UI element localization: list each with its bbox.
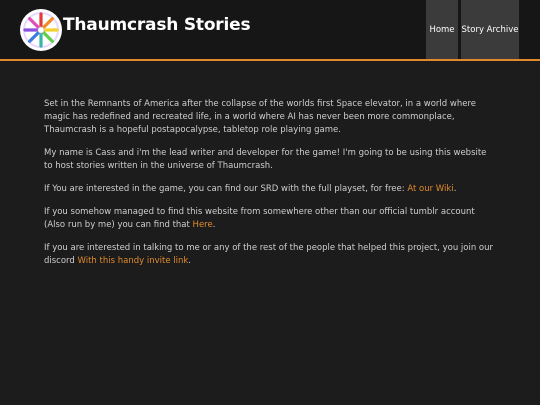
discord-end: . xyxy=(188,256,191,267)
wiki-link[interactable]: At our Wiki xyxy=(407,184,453,194)
srd-text: If You are interested in the game, you c… xyxy=(44,183,408,194)
discord-paragraph: If you are interested in talking to me o… xyxy=(44,242,496,268)
tumblr-link[interactable]: Here xyxy=(193,220,213,230)
intro-paragraph: Set in the Remnants of America after the… xyxy=(44,99,476,135)
discord-invite-link[interactable]: With this handy invite link xyxy=(78,256,189,266)
site-title[interactable]: Thaumcrash Stories xyxy=(63,15,251,35)
nav-home-button[interactable]: Home xyxy=(426,0,458,59)
nav-story-archive-button[interactable]: Story Archive xyxy=(461,0,519,59)
srd-paragraph: If You are interested in the game, you c… xyxy=(44,183,496,196)
tumblr-paragraph: If you somehow managed to find this webs… xyxy=(44,206,496,232)
top-nav: Home Story Archive xyxy=(426,0,519,59)
srd-end: . xyxy=(453,183,457,194)
color-wheel-logo-icon[interactable] xyxy=(19,0,63,60)
main-content: Set in the Remnants of America after the… xyxy=(44,98,496,278)
tumblr-end: . xyxy=(212,220,216,231)
about-author-paragraph: My name is Cass and i'm the lead writer … xyxy=(44,147,487,171)
site-header: Thaumcrash Stories Home Story Archive xyxy=(0,0,540,61)
page: Thaumcrash Stories Home Story Archive Se… xyxy=(0,0,540,405)
tumblr-text: If you somehow managed to find this webs… xyxy=(44,207,475,231)
